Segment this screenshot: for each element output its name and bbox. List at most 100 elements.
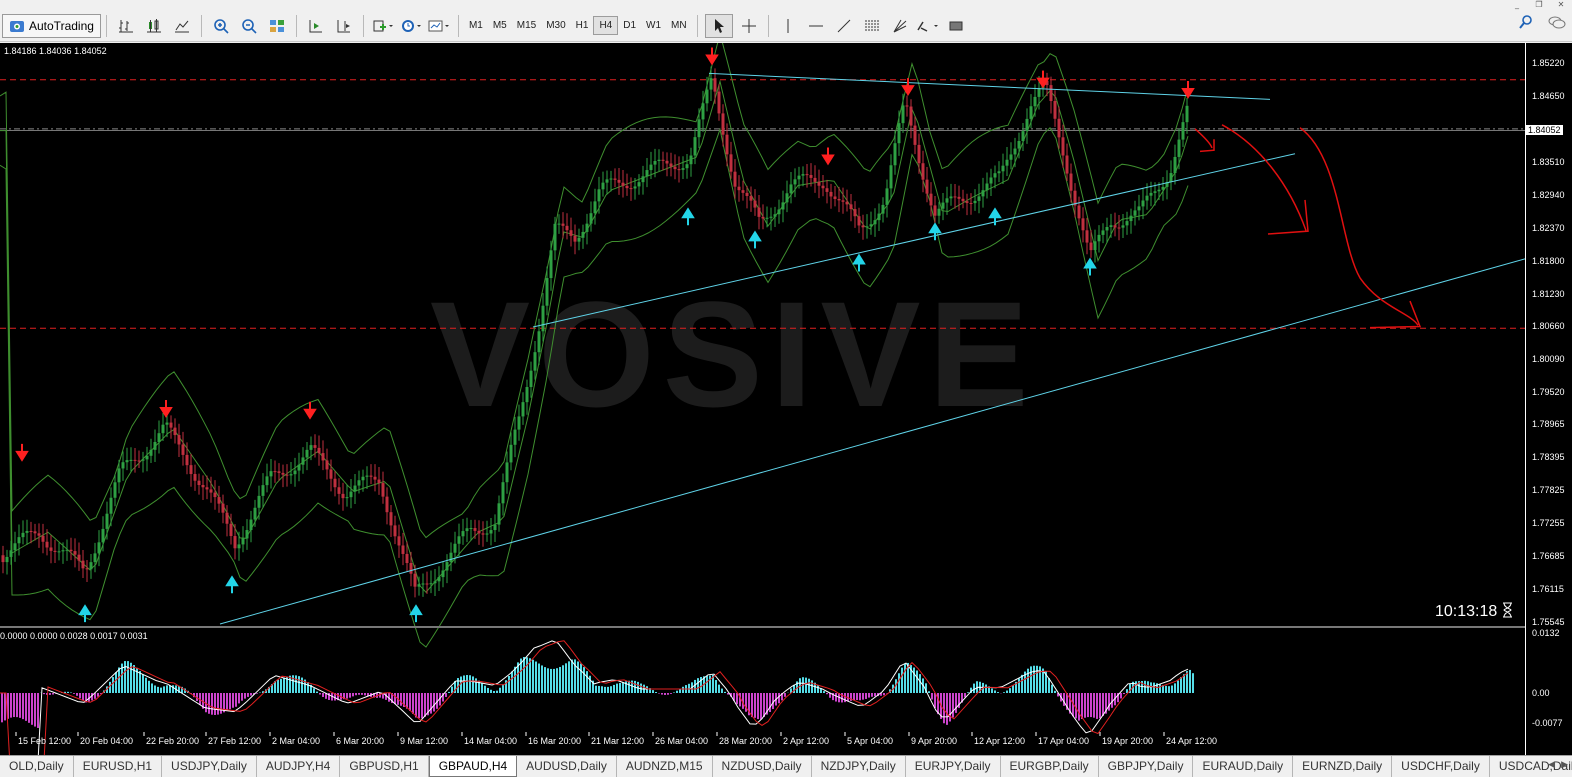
restore-button[interactable]: ❐ <box>1528 0 1550 10</box>
tab-nzdjpy-daily[interactable]: NZDJPY,Daily <box>812 756 906 777</box>
oscillator-bar <box>19 693 21 718</box>
tf-d1[interactable]: D1 <box>618 17 641 34</box>
arrows-icon[interactable] <box>916 14 940 38</box>
horizontal-line-icon[interactable] <box>804 14 828 38</box>
tab-nzdusd-daily[interactable]: NZDUSD,Daily <box>713 756 812 777</box>
candle-body <box>369 475 373 477</box>
tab-usdjpy-daily[interactable]: USDJPY,Daily <box>162 756 257 777</box>
tab-right-icon[interactable]: ▶ <box>1561 760 1568 770</box>
tf-m5[interactable]: M5 <box>488 17 512 34</box>
candle-body <box>549 250 553 279</box>
tab-audusd-daily[interactable]: AUDUSD,Daily <box>517 756 617 777</box>
line-chart-icon[interactable] <box>170 14 194 38</box>
tf-h4[interactable]: H4 <box>593 16 619 35</box>
indicators-icon[interactable] <box>371 14 395 38</box>
oscillator-bar <box>751 693 753 718</box>
zoom-in-icon[interactable] <box>209 14 233 38</box>
periods-icon[interactable] <box>399 14 423 38</box>
search-icon[interactable] <box>1518 14 1534 30</box>
tab-eurjpy-daily[interactable]: EURJPY,Daily <box>906 756 1001 777</box>
pane-separator[interactable] <box>0 626 1525 628</box>
down-fractal-arrow <box>15 443 29 462</box>
tab-audjpy-h4[interactable]: AUDJPY,H4 <box>257 756 341 777</box>
tab-gbpusd-h1[interactable]: GBPUSD,H1 <box>340 756 429 777</box>
tab-gbpjpy-daily[interactable]: GBPJPY,Daily <box>1099 756 1194 777</box>
chat-icon[interactable] <box>1548 14 1566 30</box>
trendline-icon[interactable] <box>832 14 856 38</box>
candle-body <box>785 193 789 203</box>
zoom-out-icon[interactable] <box>237 14 261 38</box>
tf-h1[interactable]: H1 <box>571 17 594 34</box>
candle-body <box>893 143 897 166</box>
oscillator-bar <box>1102 693 1104 716</box>
autotrading-button[interactable]: AutoTrading <box>2 13 101 38</box>
trendline <box>708 72 1271 100</box>
candle-body <box>993 173 997 178</box>
tab-eurgbp-daily[interactable]: EURGBP,Daily <box>1001 756 1099 777</box>
autoscroll-icon[interactable] <box>304 14 328 38</box>
chart-tabs: OLD,Daily EURUSD,H1 USDJPY,Daily AUDJPY,H4 G… <box>0 755 1572 777</box>
tab-gbpaud-h4[interactable]: GBPAUD,H4 <box>428 756 518 777</box>
minimize-button[interactable]: _ <box>1506 0 1528 10</box>
tf-m1[interactable]: M1 <box>464 17 488 34</box>
tf-m15[interactable]: M15 <box>512 17 541 34</box>
oscillator-bar <box>73 693 75 694</box>
candle-body <box>565 225 569 231</box>
tab-left-icon[interactable]: ◀ <box>1548 760 1555 770</box>
tab-audnzd-m15[interactable]: AUDNZD,M15 <box>617 756 713 777</box>
time-axis[interactable]: 15 Feb 12:00 20 Feb 04:00 22 Feb 20:00 27 F… <box>0 732 1525 755</box>
candle-body <box>425 583 429 585</box>
candle-body <box>1181 122 1185 140</box>
candlestick-icon[interactable] <box>142 14 166 38</box>
oscillator-bar <box>349 693 351 698</box>
candle-body <box>989 177 993 184</box>
oscillator-bar <box>346 693 348 699</box>
templates-icon[interactable] <box>427 14 451 38</box>
chart-shift-icon[interactable] <box>332 14 356 38</box>
candle-body <box>77 554 81 561</box>
tile-windows-icon[interactable] <box>265 14 289 38</box>
oscillator-bar <box>421 693 423 719</box>
candle-body <box>397 536 401 546</box>
tab-usdchf-daily[interactable]: USDCHF,Daily <box>1392 756 1490 777</box>
cursor-icon[interactable] <box>704 13 733 38</box>
candle-body <box>341 493 345 499</box>
candle-body <box>1017 141 1021 149</box>
crosshair-icon[interactable] <box>737 14 761 38</box>
tf-w1[interactable]: W1 <box>641 17 666 34</box>
tab-euraud-daily[interactable]: EURAUD,Daily <box>1193 756 1294 777</box>
candle-body <box>809 175 813 178</box>
price-chart[interactable]: VOSIVE 1.84186 1.84036 1.84052 10:13:18 … <box>0 43 1572 755</box>
fibonacci-icon[interactable] <box>860 14 884 38</box>
rectangle-icon[interactable] <box>944 14 968 38</box>
oscillator-bar <box>826 693 828 695</box>
candle-body <box>637 182 641 187</box>
tab-eurnzd-daily[interactable]: EURNZD,Daily <box>1293 756 1393 777</box>
tf-m30[interactable]: M30 <box>541 17 570 34</box>
candle-body <box>833 196 837 199</box>
gann-icon[interactable] <box>888 14 912 38</box>
candle-body <box>969 202 973 204</box>
price-tick: 1.79520 <box>1532 387 1565 398</box>
oscillator-bar <box>1 693 3 723</box>
tf-mn[interactable]: MN <box>666 17 692 34</box>
oscillator-bar <box>604 686 606 693</box>
oscillator-bar <box>511 671 513 693</box>
price-axis[interactable]: 1.85220 1.84650 1.84052 1.83510 1.82940 1.823… <box>1525 43 1572 755</box>
oscillator-bar <box>562 665 564 693</box>
vertical-line-icon[interactable] <box>776 14 800 38</box>
projection-arrow <box>1221 124 1309 235</box>
candle-body <box>553 223 557 251</box>
candle-body <box>533 352 537 371</box>
oscillator-bar <box>133 665 135 693</box>
tab-scroll-arrows[interactable]: ◀ ▶ <box>1548 760 1568 770</box>
oscillator-bar <box>481 683 483 693</box>
tab-eurusd-h1[interactable]: EURUSD,H1 <box>74 756 163 777</box>
oscillator-bar <box>433 693 435 712</box>
candle-body <box>429 583 433 585</box>
tab-old-daily[interactable]: OLD,Daily <box>0 756 74 777</box>
oscillator-bar <box>991 688 993 693</box>
bar-chart-icon[interactable] <box>114 14 138 38</box>
close-button[interactable]: ✕ <box>1550 0 1572 10</box>
candle-body <box>149 449 153 456</box>
